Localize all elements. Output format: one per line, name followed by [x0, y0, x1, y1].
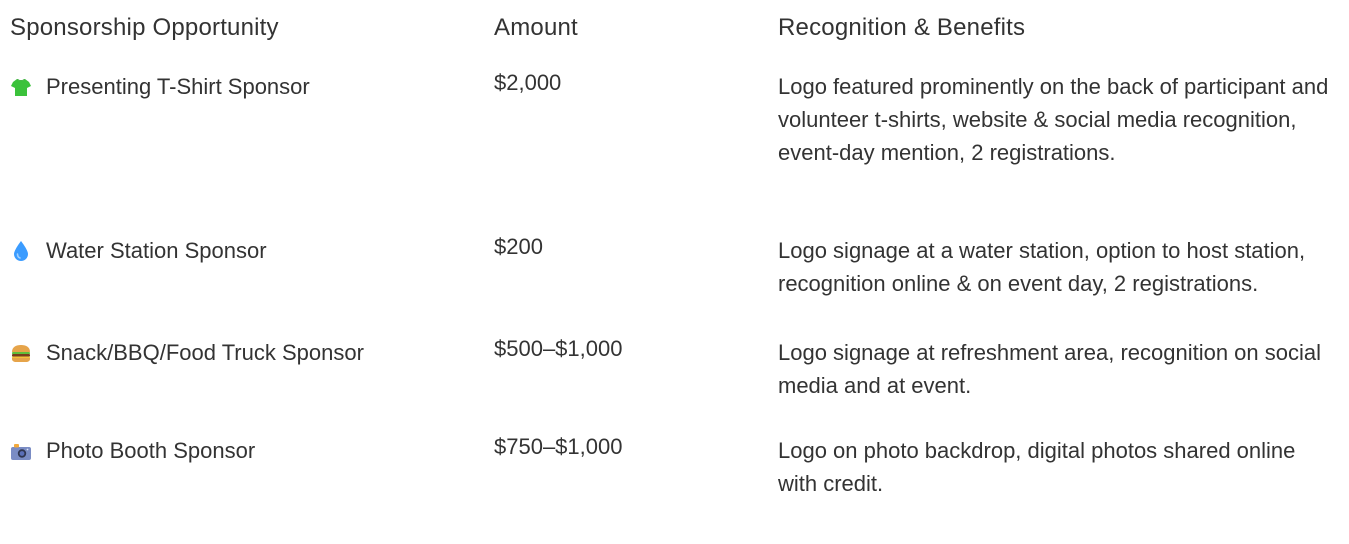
table-row: Presenting T-Shirt Sponsor $2,000 Logo f… [10, 58, 1340, 222]
header-opportunity: Sponsorship Opportunity [10, 14, 279, 41]
benefits-cell: Logo signage at refreshment area, recogn… [778, 340, 1322, 398]
t-shirt-icon [10, 76, 32, 98]
header-benefits: Recognition & Benefits [778, 14, 1026, 41]
sponsorship-table: Sponsorship Opportunity Amount Recogniti… [10, 10, 1340, 502]
opportunity-label: Water Station Sponsor [46, 238, 267, 263]
benefits-cell: Logo signage at a water station, option … [778, 238, 1306, 296]
burger-icon [10, 342, 32, 364]
benefits-cell: Logo on photo backdrop, digital photos s… [778, 438, 1296, 496]
table-row: Snack/BBQ/Food Truck Sponsor $500–$1,000… [10, 324, 1340, 422]
opportunity-label: Photo Booth Sponsor [46, 438, 256, 463]
table-row: Photo Booth Sponsor $750–$1,000 Logo on … [10, 422, 1340, 502]
table-row: Water Station Sponsor $200 Logo signage … [10, 222, 1340, 324]
opportunity-cell: Snack/BBQ/Food Truck Sponsor [10, 324, 494, 369]
table-header: Sponsorship Opportunity Amount Recogniti… [10, 10, 1340, 58]
amount-cell: $500–$1,000 [494, 336, 623, 361]
amount-cell: $750–$1,000 [494, 434, 623, 459]
benefits-cell: Logo featured prominently on the back of… [778, 74, 1329, 165]
opportunity-cell: Water Station Sponsor [10, 222, 494, 267]
water-drop-icon [10, 240, 32, 262]
camera-icon [10, 440, 32, 462]
opportunity-label: Snack/BBQ/Food Truck Sponsor [46, 340, 364, 365]
opportunity-cell: Presenting T-Shirt Sponsor [10, 58, 494, 103]
amount-cell: $2,000 [494, 70, 562, 95]
header-amount: Amount [494, 14, 578, 41]
amount-cell: $200 [494, 234, 543, 259]
opportunity-cell: Photo Booth Sponsor [10, 422, 494, 467]
opportunity-label: Presenting T-Shirt Sponsor [46, 74, 310, 99]
